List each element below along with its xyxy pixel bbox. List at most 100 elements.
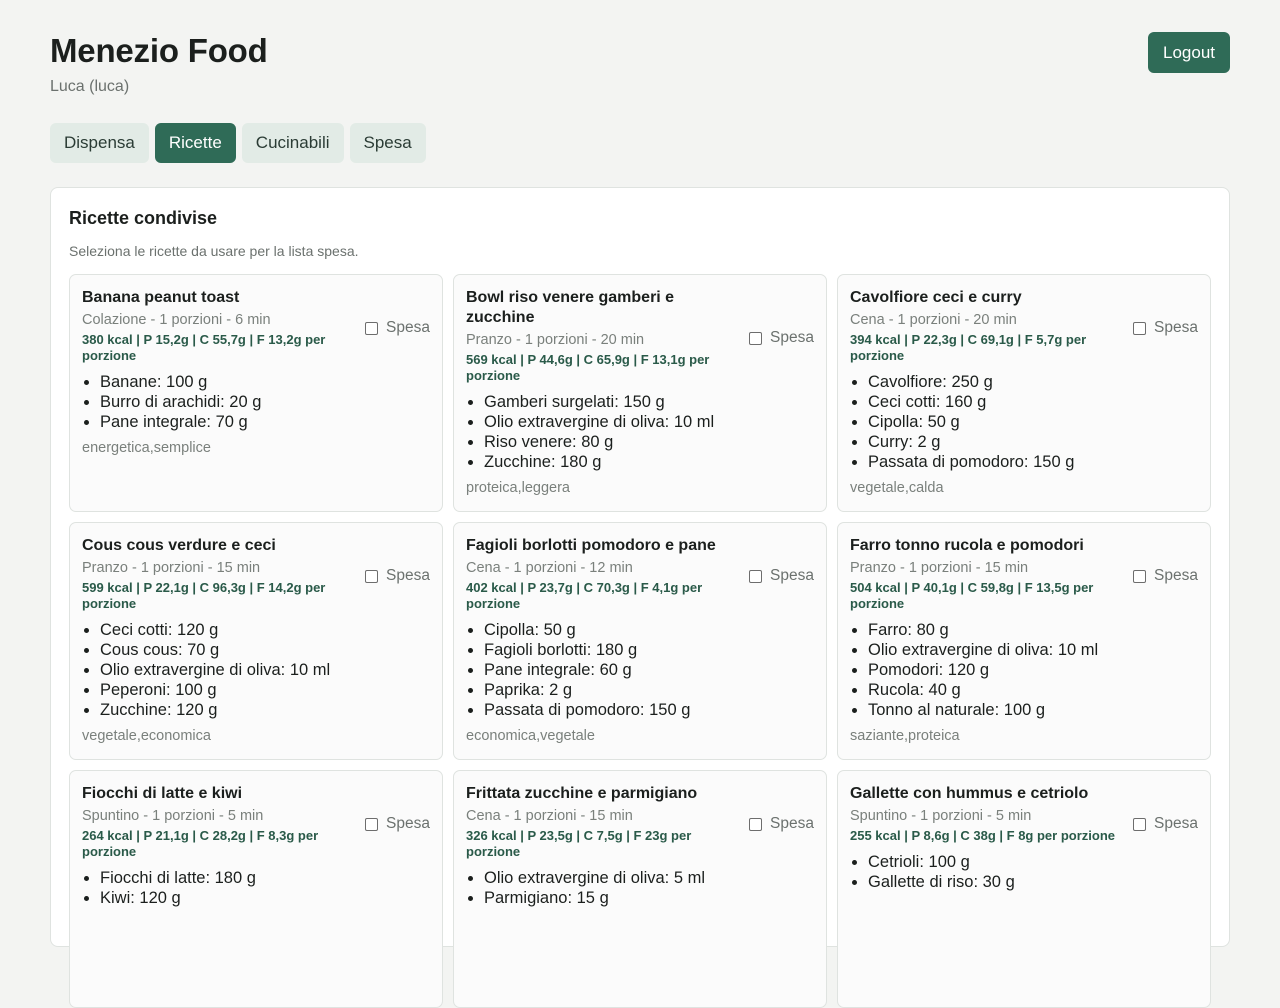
recipe-meta: Spuntino - 1 porzioni - 5 min [850,808,1032,824]
shopping-checkbox[interactable] [365,569,379,583]
recipe-card: Gallette con hummus e cetriolo Spuntino -… [837,770,1211,1008]
ingredient-item: Pane integrale: 70 g [100,412,430,432]
shopping-checkbox-label: Spesa [1154,567,1198,584]
shopping-checkbox[interactable] [1133,817,1147,831]
app-header: Menezio Food Luca (luca) Logout [50,0,1230,110]
recipe-meta: Colazione - 1 porzioni - 6 min [82,312,271,328]
ingredient-item: Passata di pomodoro: 150 g [868,452,1198,472]
shopping-toggle[interactable]: Spesa [365,319,430,337]
recipe-card-header: Bowl riso venere gamberi e zucchine Pranz… [466,288,814,384]
shopping-checkbox[interactable] [1133,569,1147,583]
shopping-toggle[interactable]: Spesa [749,567,814,585]
tab-dispensa[interactable]: Dispensa [50,123,149,163]
panel-subtitle: Seleziona le ricette da usare per la lis… [69,243,359,259]
recipe-card: Farro tonno rucola e pomodori Pranzo - 1 … [837,522,1211,760]
ingredient-item: Cipolla: 50 g [484,620,814,640]
recipe-meta: Pranzo - 1 porzioni - 15 min [82,560,261,576]
recipe-meta: Pranzo - 1 porzioni - 15 min [850,560,1029,576]
recipe-card-header: Fagioli borlotti pomodoro e pane Cena - 1… [466,536,814,612]
recipe-card: Banana peanut toast Colazione - 1 porzion… [69,274,443,512]
shopping-checkbox-label: Spesa [770,815,814,832]
recipe-name: Frittata zucchine e parmigiano [466,785,698,802]
ingredient-list: Banane: 100 gBurro di arachidi: 20 gPane… [82,372,430,432]
ingredient-item: Fiocchi di latte: 180 g [100,868,430,888]
shopping-toggle[interactable]: Spesa [1133,319,1198,337]
shopping-checkbox[interactable] [365,321,379,335]
recipe-card: Frittata zucchine e parmigiano Cena - 1 p… [453,770,827,1008]
ingredient-item: Olio extravergine di oliva: 10 ml [100,660,430,680]
recipe-macros: 380 kcal | P 15,2g | C 55,7g | F 13,2g p… [82,332,326,363]
ingredient-item: Fagioli borlotti: 180 g [484,640,814,660]
ingredient-list: Ceci cotti: 120 gCous cous: 70 gOlio ext… [82,620,430,720]
recipe-info: Fiocchi di latte e kiwi Spuntino - 1 porz… [82,784,352,860]
tab-cucinabili[interactable]: Cucinabili [241,123,344,163]
shopping-checkbox[interactable] [365,817,379,831]
ingredient-item: Ceci cotti: 160 g [868,392,1198,412]
shopping-toggle[interactable]: Spesa [365,815,430,833]
recipe-info: Frittata zucchine e parmigiano Cena - 1 p… [466,784,736,860]
recipe-meta: Cena - 1 porzioni - 20 min [850,312,1017,328]
tab-spesa[interactable]: Spesa [349,123,426,163]
ingredient-item: Cavolfiore: 250 g [868,372,1198,392]
ingredient-item: Cipolla: 50 g [868,412,1198,432]
recipe-card: Cous cous verdure e ceci Pranzo - 1 porzi… [69,522,443,760]
recipe-card-header: Gallette con hummus e cetriolo Spuntino -… [850,784,1198,844]
recipe-info: Banana peanut toast Colazione - 1 porzion… [82,288,352,364]
ingredient-list: Cavolfiore: 250 gCeci cotti: 160 gCipoll… [850,372,1198,472]
ingredient-item: Pane integrale: 60 g [484,660,814,680]
recipe-macros: 599 kcal | P 22,1g | C 96,3g | F 14,2g p… [82,580,326,611]
recipe-tags: energetica,semplice [82,440,211,456]
shopping-checkbox-label: Spesa [1154,319,1198,336]
shopping-checkbox[interactable] [749,817,763,831]
recipe-macros: 504 kcal | P 40,1g | C 59,8g | F 13,5g p… [850,580,1094,611]
ingredient-item: Zucchine: 120 g [100,700,430,720]
shopping-checkbox[interactable] [1133,321,1147,335]
recipe-info: Farro tonno rucola e pomodori Pranzo - 1 … [850,536,1120,612]
shopping-checkbox-label: Spesa [1154,815,1198,832]
recipe-tags: saziante,proteica [850,728,960,744]
ingredient-item: Curry: 2 g [868,432,1198,452]
recipe-tags: proteica,leggera [466,480,570,496]
recipe-macros: 394 kcal | P 22,3g | C 69,1g | F 5,7g pe… [850,332,1087,363]
ingredient-item: Zucchine: 180 g [484,452,814,472]
ingredient-item: Rucola: 40 g [868,680,1198,700]
logout-button[interactable]: Logout [1148,32,1230,73]
app-title: Menezio Food [50,32,268,69]
ingredient-item: Cetrioli: 100 g [868,852,1198,872]
ingredient-list: Farro: 80 gOlio extravergine di oliva: 1… [850,620,1198,720]
ingredient-item: Farro: 80 g [868,620,1198,640]
shopping-toggle[interactable]: Spesa [365,567,430,585]
ingredient-list: Fiocchi di latte: 180 gKiwi: 120 g [82,868,430,908]
ingredient-item: Cous cous: 70 g [100,640,430,660]
current-user: Luca (luca) [50,78,130,95]
recipe-card-header: Frittata zucchine e parmigiano Cena - 1 p… [466,784,814,860]
recipe-info: Cous cous verdure e ceci Pranzo - 1 porzi… [82,536,352,612]
recipe-meta: Spuntino - 1 porzioni - 5 min [82,808,264,824]
ingredient-item: Olio extravergine di oliva: 10 ml [868,640,1198,660]
shopping-checkbox-label: Spesa [386,567,430,584]
shopping-checkbox-label: Spesa [386,815,430,832]
recipe-card: Fiocchi di latte e kiwi Spuntino - 1 porz… [69,770,443,1008]
shopping-toggle[interactable]: Spesa [749,329,814,347]
shopping-checkbox[interactable] [749,569,763,583]
tab-ricette[interactable]: Ricette [154,123,236,163]
shopping-checkbox-label: Spesa [386,319,430,336]
panel-title: Ricette condivise [69,208,218,228]
recipe-name: Cavolfiore ceci e curry [850,289,1022,306]
shopping-toggle[interactable]: Spesa [1133,567,1198,585]
recipe-name: Bowl riso venere gamberi e zucchine [466,289,675,326]
recipe-card-header: Farro tonno rucola e pomodori Pranzo - 1 … [850,536,1198,612]
recipe-name: Cous cous verdure e ceci [82,537,276,554]
recipe-info: Bowl riso venere gamberi e zucchine Pranz… [466,288,736,384]
recipe-card-header: Banana peanut toast Colazione - 1 porzion… [82,288,430,364]
ingredient-item: Peperoni: 100 g [100,680,430,700]
ingredient-item: Banane: 100 g [100,372,430,392]
ingredient-item: Riso venere: 80 g [484,432,814,452]
shopping-toggle[interactable]: Spesa [749,815,814,833]
shopping-toggle[interactable]: Spesa [1133,815,1198,833]
shopping-checkbox[interactable] [749,331,763,345]
ingredient-item: Pomodori: 120 g [868,660,1198,680]
recipe-name: Gallette con hummus e cetriolo [850,785,1089,802]
recipe-card: Fagioli borlotti pomodoro e pane Cena - 1… [453,522,827,760]
ingredient-list: Gamberi surgelati: 150 gOlio extravergin… [466,392,814,472]
